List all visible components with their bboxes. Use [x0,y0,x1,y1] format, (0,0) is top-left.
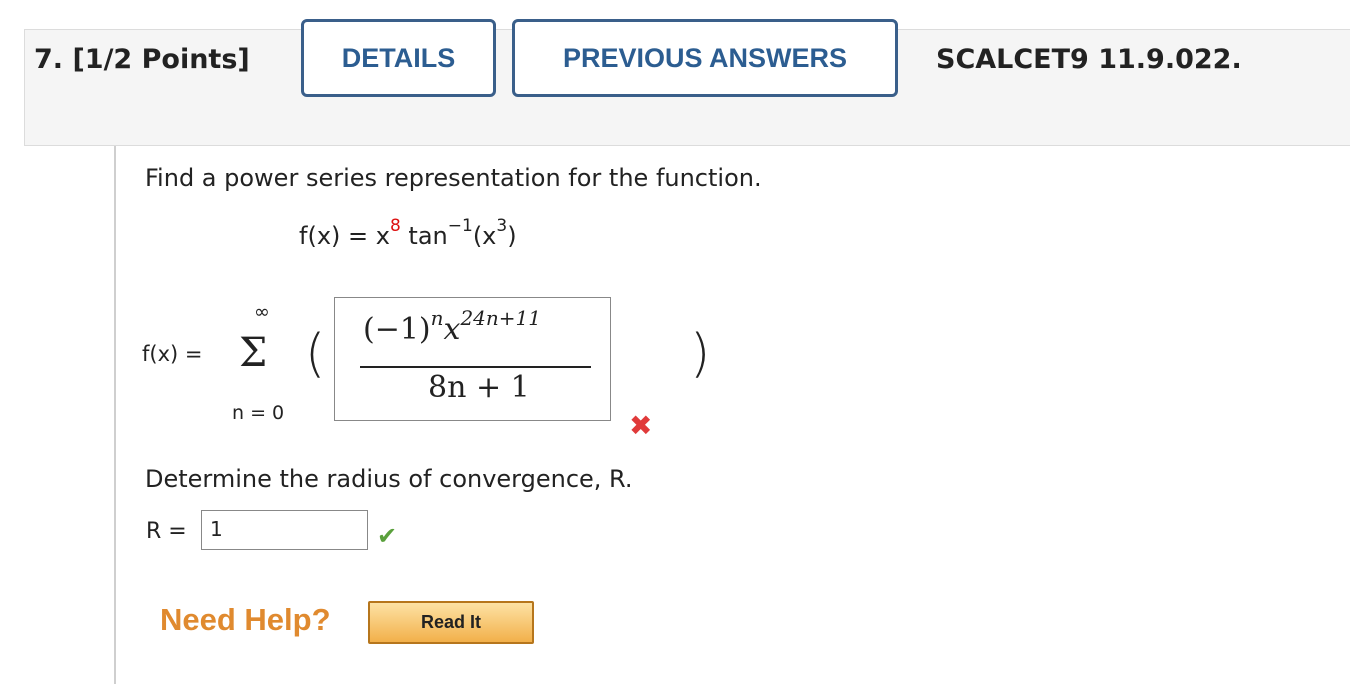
function-prefix: f(x) = x [299,222,390,250]
function-exponent: 8 [389,216,401,236]
sum-lower-limit: n = 0 [232,402,285,424]
correct-check-icon: ✔ [377,522,398,550]
need-help-label: Need Help? [160,602,331,637]
function-arg-exponent: 3 [496,216,508,236]
numerator-exponent: 24n+11 [460,306,541,330]
problem-prompt: Find a power series representation for t… [145,164,762,192]
left-paren: ( [305,324,326,384]
question-code: SCALCET9 11.9.022. [936,44,1242,75]
sigma-symbol: Σ [239,330,268,376]
question-number: 7. [1/2 Points] [34,44,250,75]
right-paren: ) [690,324,711,384]
radius-prompt: Determine the radius of convergence, R. [145,465,633,493]
left-divider [114,146,116,684]
radius-input[interactable]: 1 [201,510,368,550]
function-tan-exponent: −1 [447,216,473,236]
previous-answers-button[interactable]: PREVIOUS ANSWERS [512,19,898,97]
radius-label: R = [146,519,187,544]
sum-upper-limit: ∞ [254,301,270,323]
numerator-n: n [430,306,444,330]
function-tan: tan [408,222,448,250]
read-it-button[interactable]: Read It [368,601,534,644]
function-definition: f(x) = x8 tan−1(x3) [299,216,517,250]
function-close: ) [507,222,517,250]
function-arg: (x [472,222,497,250]
fraction-bar [360,366,591,368]
numerator-x: x [443,312,461,347]
answer-numerator: (−1)nx24n+11 [363,306,541,347]
incorrect-icon: ✖ [629,409,653,442]
answer-denominator: 8n + 1 [428,370,530,405]
numerator-base: (−1) [363,312,431,347]
details-button[interactable]: DETAILS [301,19,496,97]
series-lhs: f(x) = [142,342,203,366]
